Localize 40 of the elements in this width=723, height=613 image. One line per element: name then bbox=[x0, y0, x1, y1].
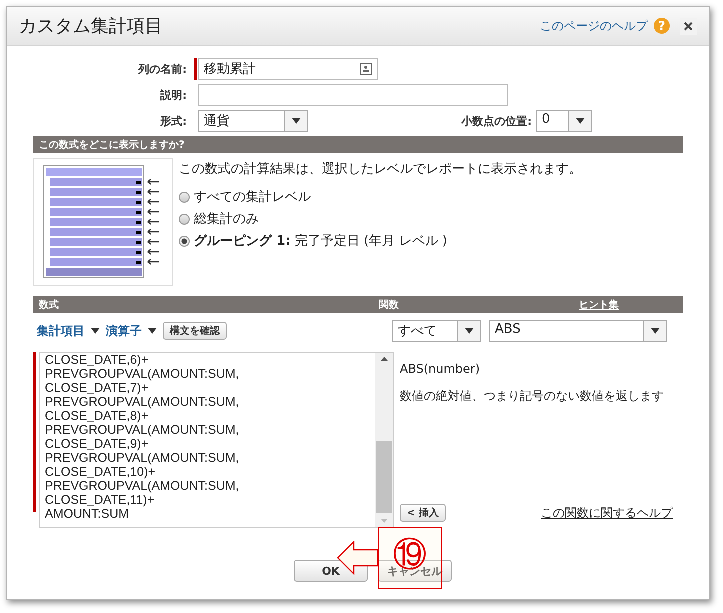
column-header: 数式 bbox=[39, 298, 60, 311]
column-header: 関数 bbox=[379, 298, 400, 311]
description-field[interactable] bbox=[198, 84, 508, 106]
decimal-places-dropdown[interactable]: 0 bbox=[536, 110, 592, 132]
caret-icon[interactable] bbox=[576, 118, 584, 124]
help-link[interactable]: このページのヘルプ bbox=[540, 18, 648, 34]
insert-menu[interactable]: 演算子 bbox=[106, 322, 142, 340]
radio-button[interactable] bbox=[179, 192, 190, 202]
function-dropdown[interactable]: ABS bbox=[489, 320, 667, 342]
function-help-link[interactable]: この関数に関するヘルプ bbox=[541, 504, 673, 522]
name-field[interactable]: 移動累計 bbox=[198, 58, 378, 80]
caret-icon[interactable] bbox=[464, 328, 474, 334]
field-label: 列の名前: bbox=[137, 62, 188, 76]
radio-option[interactable]: すべての集計レベル bbox=[179, 188, 582, 206]
section-header: この数式をどこに表示しますか? bbox=[33, 136, 683, 153]
format-dropdown[interactable]: 通貨 bbox=[198, 110, 308, 132]
field-label: 小数点の位置: bbox=[460, 114, 533, 128]
field-label: 形式: bbox=[160, 114, 188, 128]
scrollbar[interactable] bbox=[375, 353, 393, 527]
radio-button[interactable] bbox=[179, 214, 190, 224]
insert-menu[interactable]: 集計項目 bbox=[37, 322, 85, 340]
radio-option[interactable]: 総集計のみ bbox=[179, 210, 582, 228]
function-signature: ABS(number) bbox=[400, 362, 482, 376]
caret-icon[interactable] bbox=[91, 328, 100, 334]
insert-button[interactable]: < 挿入 bbox=[400, 504, 446, 522]
description-text: この数式の計算結果は、選択したレベルでレポートに表示されます。 bbox=[179, 161, 582, 178]
scroll-up-arrow-icon[interactable] bbox=[380, 357, 388, 361]
contact-card-icon[interactable] bbox=[360, 63, 372, 75]
caret-icon[interactable] bbox=[292, 118, 300, 124]
radio-button[interactable] bbox=[179, 236, 190, 246]
check-syntax-button[interactable]: 構文を確認 bbox=[163, 322, 227, 340]
formula-editor[interactable]: CLOSE_DATE,6)+ PREVGROUPVAL(AMOUNT:SUM, CLOSE_DATE,7)+ PREVGROUPVAL(AMOUNT:SUM, CLOSE_DATE,8)+ PREVGROUPVAL(AMOUNT:SUM, CLOSE_DATE,9)+ PREVGROUPVAL(AMOUNT:SUM, CLOSE_DATE,10)+ PREVGROUPVAL(AMOUNT:SUM, CLOSE_DATE,11)+ AMOUNT:SUM bbox=[39, 352, 394, 528]
tips-link[interactable]: ヒント集 bbox=[579, 298, 619, 311]
field-label: 説明: bbox=[159, 88, 188, 102]
window-title: カスタム集計項目 bbox=[19, 15, 163, 38]
caret-icon[interactable] bbox=[148, 328, 157, 334]
radio-option[interactable]: グルーピング 1: 完了予定日 (年月 レベル ) bbox=[179, 232, 582, 250]
caret-icon[interactable] bbox=[650, 328, 660, 334]
category-dropdown[interactable]: すべて bbox=[392, 320, 481, 342]
function-description: 数値の絶対値、つまり記号のない数値を返します bbox=[400, 388, 665, 405]
